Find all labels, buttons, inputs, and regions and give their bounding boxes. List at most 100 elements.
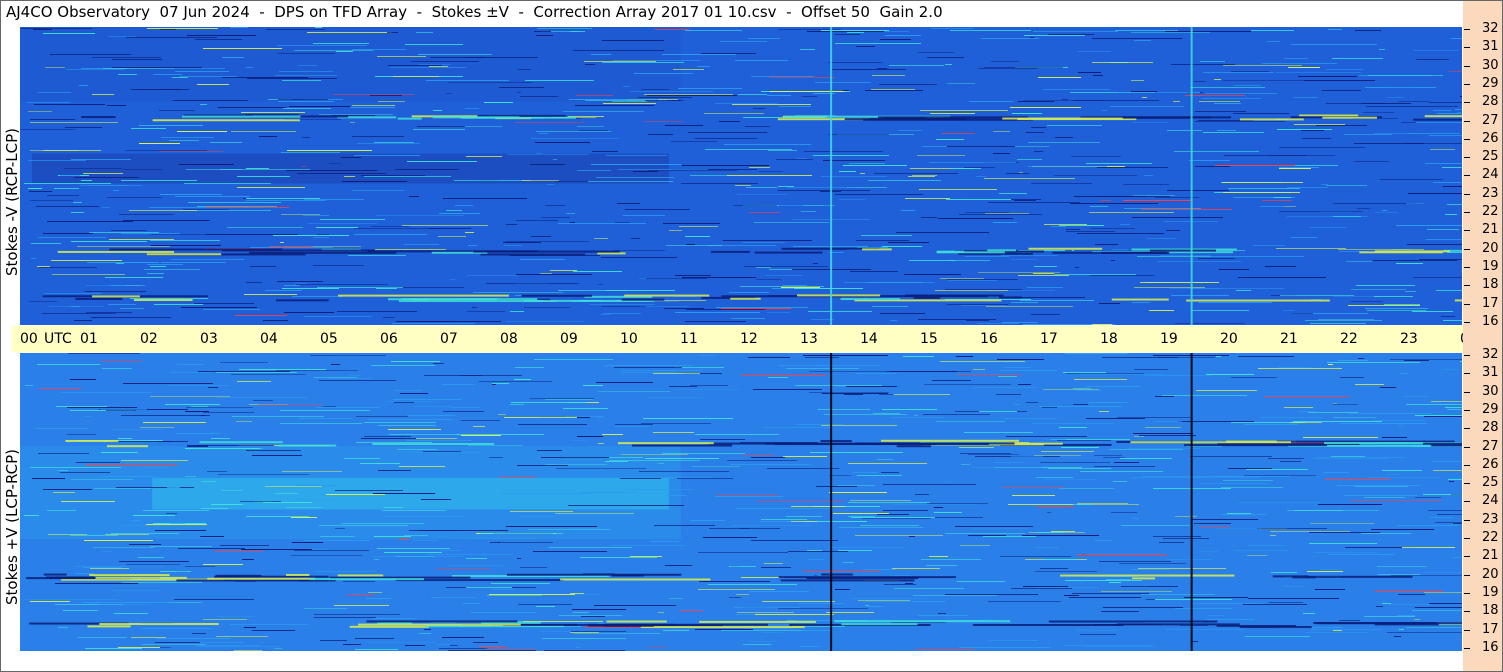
- noise-streak: [536, 35, 553, 36]
- noise-streak: [506, 321, 584, 322]
- noise-streak: [246, 450, 301, 451]
- noise-streak: [644, 94, 733, 95]
- noise-streak: [648, 134, 673, 135]
- noise-streak: [685, 321, 746, 322]
- noise-streak: [1298, 411, 1315, 412]
- noise-streak: [269, 246, 313, 247]
- noise-streak: [1163, 538, 1209, 539]
- noise-streak: [861, 235, 912, 236]
- utc-tick-label: 12: [740, 331, 758, 347]
- interference-band: [1359, 251, 1444, 254]
- noise-streak: [984, 67, 1063, 68]
- noise-streak: [259, 136, 277, 137]
- noise-streak: [850, 500, 911, 501]
- noise-streak: [955, 526, 1033, 527]
- noise-streak: [894, 394, 950, 395]
- interference-band: [606, 620, 667, 623]
- noise-streak: [572, 609, 626, 610]
- utc-tick-label: 02: [140, 331, 158, 347]
- noise-streak: [945, 533, 1025, 534]
- noise-streak: [1373, 260, 1457, 261]
- noise-streak: [1328, 554, 1394, 555]
- noise-streak: [317, 234, 329, 235]
- noise-streak: [818, 365, 879, 366]
- interference-band: [276, 299, 329, 302]
- interference-band: [711, 250, 750, 253]
- noise-streak: [314, 617, 376, 618]
- noise-streak: [433, 363, 444, 364]
- noise-streak: [1219, 269, 1249, 270]
- mhz-tick-label: 25: [1482, 149, 1499, 165]
- noise-streak: [839, 171, 856, 172]
- mhz-tick-label: 19: [1482, 258, 1499, 274]
- noise-streak: [530, 164, 565, 165]
- noise-streak: [1115, 30, 1178, 31]
- noise-streak: [1121, 525, 1190, 526]
- noise-streak: [590, 304, 655, 305]
- noise-streak: [904, 274, 961, 275]
- noise-streak: [1043, 389, 1099, 390]
- noise-streak: [615, 222, 629, 223]
- noise-streak: [1243, 604, 1307, 605]
- noise-streak: [413, 129, 465, 130]
- noise-streak: [102, 551, 112, 552]
- noise-streak: [515, 295, 522, 296]
- noise-streak: [751, 540, 838, 541]
- noise-streak: [956, 356, 973, 357]
- noise-streak: [829, 475, 851, 476]
- noise-streak: [1111, 512, 1137, 513]
- noise-streak: [404, 244, 439, 245]
- noise-streak: [672, 100, 684, 101]
- interference-band: [1272, 575, 1309, 578]
- noise-streak: [721, 308, 791, 309]
- mhz-tick-label: 22: [1482, 204, 1499, 219]
- noise-streak: [682, 165, 769, 166]
- noise-streak: [978, 68, 1038, 69]
- noise-streak: [250, 266, 276, 267]
- noise-streak: [620, 372, 677, 373]
- noise-streak: [1303, 437, 1378, 438]
- noise-streak: [1099, 561, 1171, 562]
- noise-streak: [993, 222, 1017, 223]
- noise-streak: [301, 166, 306, 167]
- interference-band: [1423, 442, 1462, 445]
- noise-streak: [417, 126, 465, 127]
- noise-streak: [320, 640, 347, 641]
- noise-streak: [38, 92, 71, 93]
- noise-streak: [304, 316, 372, 317]
- noise-streak: [1427, 229, 1459, 230]
- noise-streak: [698, 552, 788, 553]
- utc-tick-label: 22: [1340, 331, 1358, 347]
- noise-streak: [472, 307, 477, 308]
- noise-streak: [1223, 192, 1300, 193]
- noise-streak: [503, 242, 541, 243]
- noise-streak: [112, 67, 202, 68]
- noise-streak: [438, 236, 466, 237]
- noise-streak: [931, 28, 974, 29]
- noise-streak: [222, 77, 308, 78]
- noise-streak: [1398, 425, 1403, 426]
- interference-band: [99, 623, 219, 626]
- noise-streak: [466, 538, 536, 539]
- noise-streak: [58, 627, 68, 628]
- noise-streak: [1294, 97, 1318, 98]
- noise-streak: [154, 304, 203, 305]
- noise-streak: [1140, 282, 1219, 283]
- noise-streak: [816, 486, 857, 487]
- noise-streak: [545, 464, 607, 465]
- noise-streak: [150, 546, 212, 547]
- noise-streak: [913, 595, 997, 596]
- interference-band: [1149, 249, 1216, 252]
- noise-streak: [411, 61, 479, 62]
- noise-streak: [1041, 451, 1094, 452]
- noise-streak: [443, 411, 484, 412]
- noise-streak: [541, 217, 570, 218]
- noise-streak: [197, 84, 229, 85]
- mhz-tick-label: 24: [1482, 167, 1499, 183]
- noise-streak: [133, 515, 175, 516]
- noise-streak: [303, 215, 329, 216]
- noise-streak: [1358, 358, 1364, 359]
- noise-streak: [1265, 266, 1296, 267]
- noise-streak: [916, 649, 974, 650]
- noise-streak: [620, 478, 661, 479]
